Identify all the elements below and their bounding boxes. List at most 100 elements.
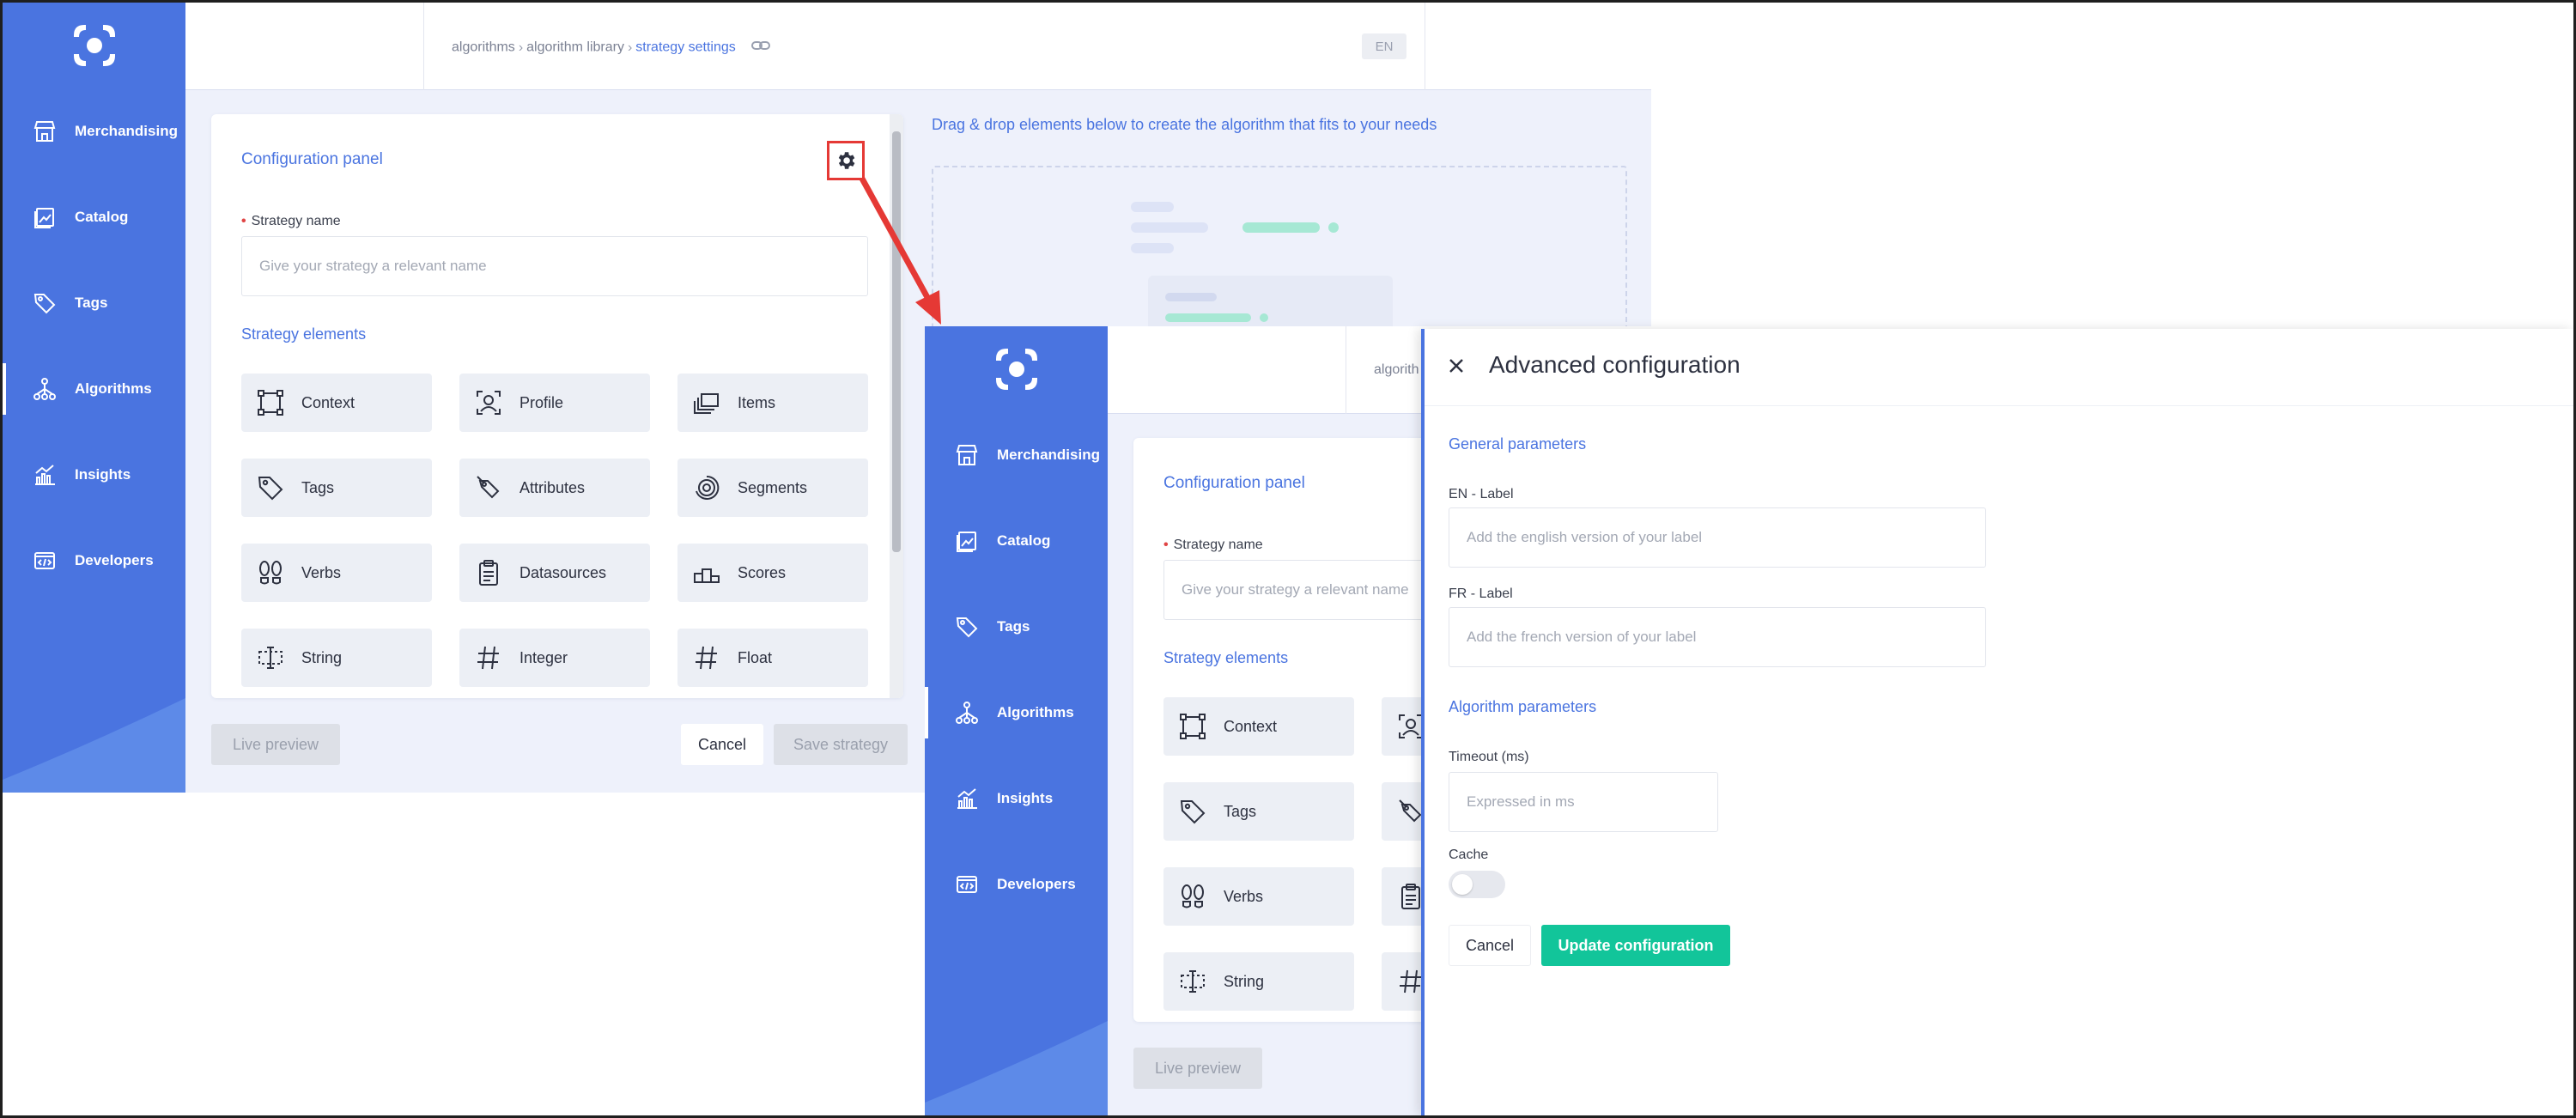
tile-label: Tags	[301, 478, 335, 496]
sidebar-item-catalog[interactable]: Catalog	[925, 515, 1108, 567]
sidebar-item-label: Merchandising	[75, 123, 178, 139]
element-tile-string[interactable]: String	[1163, 952, 1354, 1011]
cancel-button[interactable]: Cancel	[681, 724, 763, 765]
advanced-configuration-drawer: Advanced configuration General parameter…	[1421, 329, 2573, 1115]
panel-title: Configuration panel	[241, 150, 383, 168]
element-tile-verbs[interactable]: Verbs	[241, 544, 432, 602]
panel-title: Configuration panel	[1163, 474, 1305, 492]
live-preview-button[interactable]: Live preview	[211, 724, 340, 765]
element-tile-float[interactable]: Float	[677, 629, 868, 687]
element-tile-string[interactable]: String	[241, 629, 432, 687]
element-tile-items[interactable]: Items	[677, 374, 868, 432]
element-tile-datasources[interactable]: Datasources	[459, 544, 650, 602]
sidebar-item-insights[interactable]: Insights	[925, 773, 1108, 824]
fr-label-label: FR - Label	[1449, 586, 1513, 601]
hash-icon	[473, 642, 504, 673]
element-tile-segments[interactable]: Segments	[677, 459, 868, 517]
catalog-icon	[954, 528, 980, 554]
tile-label: Datasources	[519, 563, 607, 581]
tile-label: Segments	[738, 478, 808, 496]
drawer-cancel-button[interactable]: Cancel	[1449, 925, 1531, 966]
tile-label: Tags	[1224, 802, 1257, 820]
timeout-input[interactable]	[1449, 772, 1718, 832]
update-configuration-button[interactable]: Update configuration	[1541, 925, 1730, 966]
link-icon[interactable]	[751, 39, 771, 57]
hash-icon	[691, 642, 722, 673]
insights-icon	[954, 786, 980, 811]
strategy-elements-title: Strategy elements	[241, 325, 367, 343]
tile-label: String	[301, 648, 343, 666]
strategy-name-input[interactable]	[241, 236, 868, 296]
element-tile-context[interactable]: Context	[241, 374, 432, 432]
logo-icon	[73, 25, 115, 66]
element-tile-tags[interactable]: Tags	[241, 459, 432, 517]
algorithm-icon	[954, 700, 980, 726]
sidebar-item-label: Insights	[997, 790, 1054, 806]
logo-icon	[995, 349, 1037, 390]
algorithm-parameters-title: Algorithm parameters	[1449, 698, 1597, 715]
profile-icon	[473, 387, 504, 418]
sidebar-item-label: Developers	[75, 552, 154, 568]
breadcrumb-current: strategy settings	[635, 39, 736, 55]
decorative-wave	[925, 1021, 1108, 1115]
sidebar-item-developers[interactable]: Developers	[925, 859, 1108, 910]
store-icon	[32, 118, 58, 144]
store-icon	[954, 442, 980, 468]
breadcrumb: algorithms › algorithm library › strategy se…	[452, 39, 771, 57]
sidebar: Merchandising Catalog Tags Algorithms In…	[925, 326, 1108, 1115]
en-label-input[interactable]	[1449, 507, 1986, 568]
close-icon[interactable]	[1447, 356, 1469, 379]
sidebar-item-label: Merchandising	[997, 447, 1100, 463]
podium-icon	[691, 557, 722, 588]
live-preview-button[interactable]: Live preview	[1133, 1048, 1262, 1089]
cache-label: Cache	[1449, 848, 1489, 862]
gear-icon	[838, 152, 855, 169]
breadcrumb-algorithms[interactable]: algorithms	[452, 40, 515, 55]
tag-icon	[1177, 796, 1208, 827]
sidebar-item-developers[interactable]: Developers	[3, 535, 185, 586]
footsteps-icon	[1177, 881, 1208, 912]
element-tile-attributes[interactable]: Attributes	[459, 459, 650, 517]
drawer-title: Advanced configuration	[1489, 351, 1741, 378]
element-tile-scores[interactable]: Scores	[677, 544, 868, 602]
cache-toggle[interactable]	[1449, 871, 1505, 898]
settings-gear-button[interactable]	[827, 141, 865, 180]
sidebar-item-insights[interactable]: Insights	[3, 449, 185, 501]
breadcrumb-library[interactable]: algorithm library	[526, 40, 624, 55]
footsteps-icon	[255, 557, 286, 588]
sidebar-item-tags[interactable]: Tags	[925, 601, 1108, 653]
context-icon	[255, 387, 286, 418]
element-tile-verbs[interactable]: Verbs	[1163, 867, 1354, 926]
catalog-icon	[32, 204, 58, 230]
sidebar-item-merchandising[interactable]: Merchandising	[925, 429, 1108, 481]
save-strategy-button[interactable]: Save strategy	[774, 724, 908, 765]
element-tile-profile[interactable]: Profile	[459, 374, 650, 432]
tile-label: String	[1224, 972, 1265, 990]
strategy-name-label: • Strategy name	[241, 214, 341, 228]
panel-scrollbar[interactable]	[890, 114, 903, 698]
sidebar-item-label: Catalog	[997, 532, 1051, 549]
language-selector[interactable]: EN	[1362, 33, 1406, 59]
tag-icon	[32, 290, 58, 316]
tag-icon	[954, 614, 980, 640]
sidebar-item-label: Insights	[75, 466, 131, 483]
sidebar-item-algorithms[interactable]: Algorithms	[925, 687, 1108, 738]
element-tile-context[interactable]: Context	[1163, 697, 1354, 756]
sidebar-item-algorithms[interactable]: Algorithms	[3, 363, 185, 415]
configuration-panel: Configuration panel •Strategy name Strat…	[211, 114, 903, 698]
sidebar-item-label: Algorithms	[997, 704, 1074, 720]
element-tile-integer[interactable]: Integer	[459, 629, 650, 687]
sidebar-item-tags[interactable]: Tags	[3, 277, 185, 329]
tile-label: Attributes	[519, 478, 586, 496]
tile-label: Context	[301, 393, 355, 411]
drop-hint: Drag & drop elements below to create the…	[932, 116, 1437, 133]
sidebar-item-merchandising[interactable]: Merchandising	[3, 106, 185, 157]
fr-label-input[interactable]	[1449, 607, 1986, 667]
logo[interactable]	[925, 326, 1108, 412]
timeout-label: Timeout (ms)	[1449, 750, 1529, 764]
sidebar-item-catalog[interactable]: Catalog	[3, 191, 185, 243]
element-tile-tags[interactable]: Tags	[1163, 782, 1354, 841]
logo[interactable]	[3, 3, 185, 88]
tile-label: Verbs	[1224, 887, 1264, 905]
tile-label: Verbs	[301, 563, 342, 581]
